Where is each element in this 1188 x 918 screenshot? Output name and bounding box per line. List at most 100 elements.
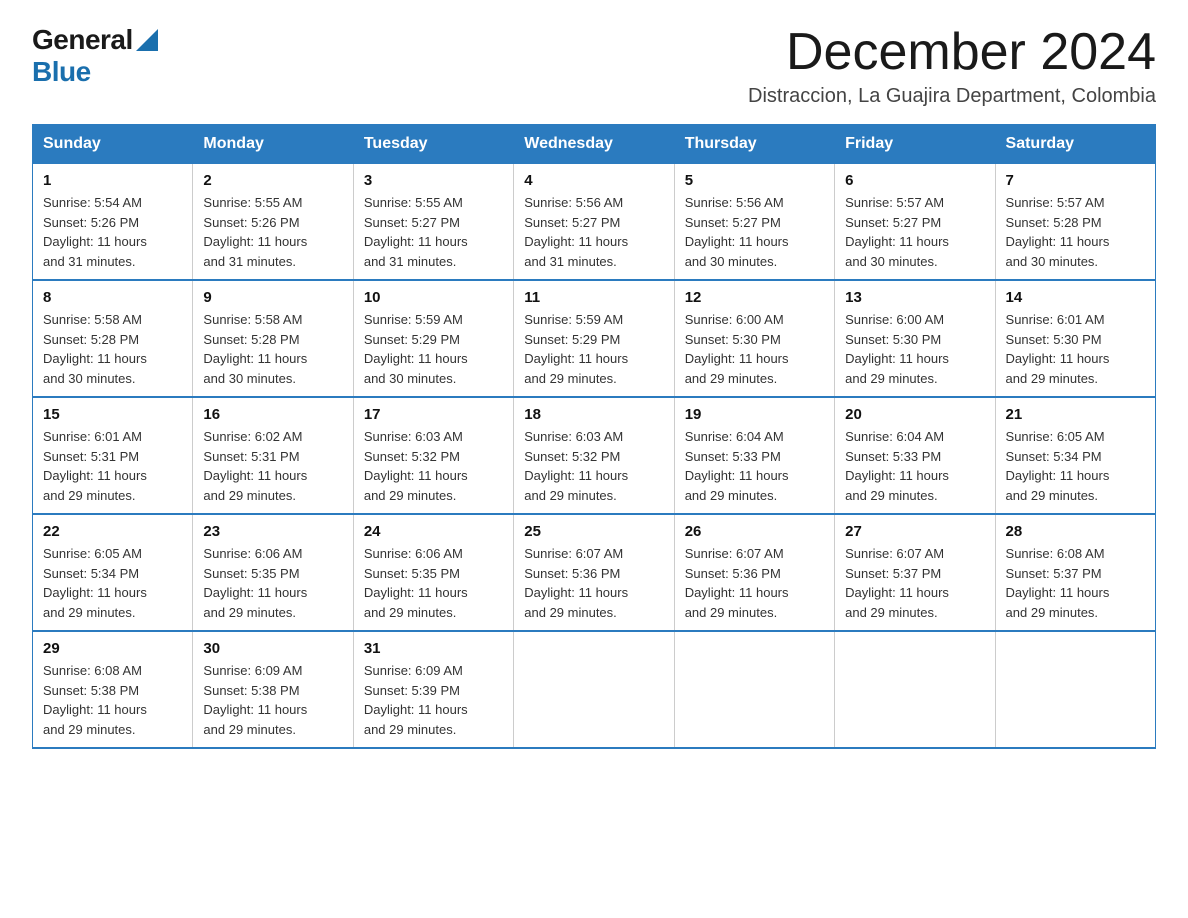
day-info: Sunrise: 6:01 AM Sunset: 5:31 PM Dayligh… <box>43 427 182 505</box>
day-info: Sunrise: 5:57 AM Sunset: 5:27 PM Dayligh… <box>845 193 984 271</box>
calendar-cell: 24 Sunrise: 6:06 AM Sunset: 5:35 PM Dayli… <box>353 514 513 631</box>
calendar-cell: 13Sunrise: 6:00 AM Sunset: 5:30 PM Dayli… <box>835 280 995 397</box>
week-row-3: 15 Sunrise: 6:01 AM Sunset: 5:31 PM Dayli… <box>33 397 1156 514</box>
calendar-cell <box>674 631 834 748</box>
logo: General Blue <box>32 24 158 88</box>
month-title: December 2024 <box>748 24 1156 81</box>
calendar-cell: 5 Sunrise: 5:56 AM Sunset: 5:27 PM Daylig… <box>674 164 834 281</box>
week-row-5: 29 Sunrise: 6:08 AM Sunset: 5:38 PM Dayli… <box>33 631 1156 748</box>
day-info: Sunrise: 5:59 AM Sunset: 5:29 PM Dayligh… <box>364 310 503 388</box>
calendar-cell: 23 Sunrise: 6:06 AM Sunset: 5:35 PM Dayli… <box>193 514 353 631</box>
day-number: 23 <box>203 523 342 540</box>
day-number: 4 <box>524 172 663 189</box>
day-info: Sunrise: 6:00 AM Sunset: 5:30 PM Dayligh… <box>685 310 824 388</box>
day-info: Sunrise: 6:06 AM Sunset: 5:35 PM Dayligh… <box>203 544 342 622</box>
calendar-body: 1 Sunrise: 5:54 AM Sunset: 5:26 PM Daylig… <box>33 164 1156 749</box>
calendar-cell: 19Sunrise: 6:04 AM Sunset: 5:33 PM Dayli… <box>674 397 834 514</box>
day-number: 31 <box>364 640 503 657</box>
calendar-cell: 16 Sunrise: 6:02 AM Sunset: 5:31 PM Dayli… <box>193 397 353 514</box>
calendar-cell <box>514 631 674 748</box>
day-info: Sunrise: 6:07 AM Sunset: 5:36 PM Dayligh… <box>524 544 663 622</box>
calendar-cell: 17Sunrise: 6:03 AM Sunset: 5:32 PM Dayli… <box>353 397 513 514</box>
day-info: Sunrise: 5:56 AM Sunset: 5:27 PM Dayligh… <box>524 193 663 271</box>
logo-blue-text: Blue <box>32 56 91 88</box>
header-day-wednesday: Wednesday <box>514 125 674 164</box>
day-info: Sunrise: 6:07 AM Sunset: 5:36 PM Dayligh… <box>685 544 824 622</box>
day-number: 22 <box>43 523 182 540</box>
calendar-cell: 29 Sunrise: 6:08 AM Sunset: 5:38 PM Dayli… <box>33 631 193 748</box>
calendar-cell: 25 Sunrise: 6:07 AM Sunset: 5:36 PM Dayli… <box>514 514 674 631</box>
day-info: Sunrise: 6:08 AM Sunset: 5:38 PM Dayligh… <box>43 661 182 739</box>
day-info: Sunrise: 5:56 AM Sunset: 5:27 PM Dayligh… <box>685 193 824 271</box>
calendar-cell: 15 Sunrise: 6:01 AM Sunset: 5:31 PM Dayli… <box>33 397 193 514</box>
day-number: 12 <box>685 289 824 306</box>
day-number: 10 <box>364 289 503 306</box>
day-number: 24 <box>364 523 503 540</box>
header-day-monday: Monday <box>193 125 353 164</box>
day-number: 20 <box>845 406 984 423</box>
day-number: 28 <box>1006 523 1145 540</box>
calendar-cell: 27 Sunrise: 6:07 AM Sunset: 5:37 PM Dayli… <box>835 514 995 631</box>
day-info: Sunrise: 5:55 AM Sunset: 5:26 PM Dayligh… <box>203 193 342 271</box>
day-number: 1 <box>43 172 182 189</box>
day-info: Sunrise: 6:06 AM Sunset: 5:35 PM Dayligh… <box>364 544 503 622</box>
calendar-cell: 12 Sunrise: 6:00 AM Sunset: 5:30 PM Dayli… <box>674 280 834 397</box>
header-day-saturday: Saturday <box>995 125 1155 164</box>
day-number: 5 <box>685 172 824 189</box>
calendar-cell: 7 Sunrise: 5:57 AM Sunset: 5:28 PM Daylig… <box>995 164 1155 281</box>
day-number: 7 <box>1006 172 1145 189</box>
header-day-tuesday: Tuesday <box>353 125 513 164</box>
day-info: Sunrise: 5:54 AM Sunset: 5:26 PM Dayligh… <box>43 193 182 271</box>
day-info: Sunrise: 6:00 AM Sunset: 5:30 PM Dayligh… <box>845 310 984 388</box>
calendar-cell: 8Sunrise: 5:58 AM Sunset: 5:28 PM Daylig… <box>33 280 193 397</box>
day-info: Sunrise: 6:02 AM Sunset: 5:31 PM Dayligh… <box>203 427 342 505</box>
day-number: 3 <box>364 172 503 189</box>
day-info: Sunrise: 5:59 AM Sunset: 5:29 PM Dayligh… <box>524 310 663 388</box>
logo-general-text: General <box>32 24 133 56</box>
day-info: Sunrise: 6:09 AM Sunset: 5:38 PM Dayligh… <box>203 661 342 739</box>
header: General Blue December 2024 Distraccion, … <box>32 24 1156 108</box>
calendar-cell: 28Sunrise: 6:08 AM Sunset: 5:37 PM Dayli… <box>995 514 1155 631</box>
calendar-table: SundayMondayTuesdayWednesdayThursdayFrid… <box>32 124 1156 749</box>
calendar-cell <box>835 631 995 748</box>
day-number: 15 <box>43 406 182 423</box>
day-number: 25 <box>524 523 663 540</box>
title-area: December 2024 Distraccion, La Guajira De… <box>748 24 1156 108</box>
calendar-cell: 6 Sunrise: 5:57 AM Sunset: 5:27 PM Daylig… <box>835 164 995 281</box>
day-info: Sunrise: 6:07 AM Sunset: 5:37 PM Dayligh… <box>845 544 984 622</box>
calendar-cell: 4 Sunrise: 5:56 AM Sunset: 5:27 PM Daylig… <box>514 164 674 281</box>
day-number: 11 <box>524 289 663 306</box>
header-row: SundayMondayTuesdayWednesdayThursdayFrid… <box>33 125 1156 164</box>
day-number: 29 <box>43 640 182 657</box>
calendar-cell <box>995 631 1155 748</box>
day-number: 6 <box>845 172 984 189</box>
week-row-2: 8Sunrise: 5:58 AM Sunset: 5:28 PM Daylig… <box>33 280 1156 397</box>
calendar-cell: 18Sunrise: 6:03 AM Sunset: 5:32 PM Dayli… <box>514 397 674 514</box>
day-info: Sunrise: 5:57 AM Sunset: 5:28 PM Dayligh… <box>1006 193 1145 271</box>
day-info: Sunrise: 6:04 AM Sunset: 5:33 PM Dayligh… <box>685 427 824 505</box>
day-info: Sunrise: 6:05 AM Sunset: 5:34 PM Dayligh… <box>43 544 182 622</box>
day-number: 26 <box>685 523 824 540</box>
day-info: Sunrise: 5:58 AM Sunset: 5:28 PM Dayligh… <box>203 310 342 388</box>
calendar-cell: 2Sunrise: 5:55 AM Sunset: 5:26 PM Daylig… <box>193 164 353 281</box>
day-number: 27 <box>845 523 984 540</box>
day-number: 16 <box>203 406 342 423</box>
header-day-friday: Friday <box>835 125 995 164</box>
day-number: 14 <box>1006 289 1145 306</box>
day-info: Sunrise: 5:58 AM Sunset: 5:28 PM Dayligh… <box>43 310 182 388</box>
week-row-1: 1 Sunrise: 5:54 AM Sunset: 5:26 PM Daylig… <box>33 164 1156 281</box>
header-day-sunday: Sunday <box>33 125 193 164</box>
calendar-cell: 30Sunrise: 6:09 AM Sunset: 5:38 PM Dayli… <box>193 631 353 748</box>
day-info: Sunrise: 6:09 AM Sunset: 5:39 PM Dayligh… <box>364 661 503 739</box>
day-info: Sunrise: 6:01 AM Sunset: 5:30 PM Dayligh… <box>1006 310 1145 388</box>
calendar-header: SundayMondayTuesdayWednesdayThursdayFrid… <box>33 125 1156 164</box>
calendar-cell: 11 Sunrise: 5:59 AM Sunset: 5:29 PM Dayli… <box>514 280 674 397</box>
day-info: Sunrise: 6:05 AM Sunset: 5:34 PM Dayligh… <box>1006 427 1145 505</box>
calendar-cell: 1 Sunrise: 5:54 AM Sunset: 5:26 PM Daylig… <box>33 164 193 281</box>
calendar-cell: 22 Sunrise: 6:05 AM Sunset: 5:34 PM Dayli… <box>33 514 193 631</box>
calendar-cell: 14 Sunrise: 6:01 AM Sunset: 5:30 PM Dayli… <box>995 280 1155 397</box>
day-number: 17 <box>364 406 503 423</box>
calendar-cell: 10 Sunrise: 5:59 AM Sunset: 5:29 PM Dayli… <box>353 280 513 397</box>
day-number: 21 <box>1006 406 1145 423</box>
calendar-cell: 21 Sunrise: 6:05 AM Sunset: 5:34 PM Dayli… <box>995 397 1155 514</box>
